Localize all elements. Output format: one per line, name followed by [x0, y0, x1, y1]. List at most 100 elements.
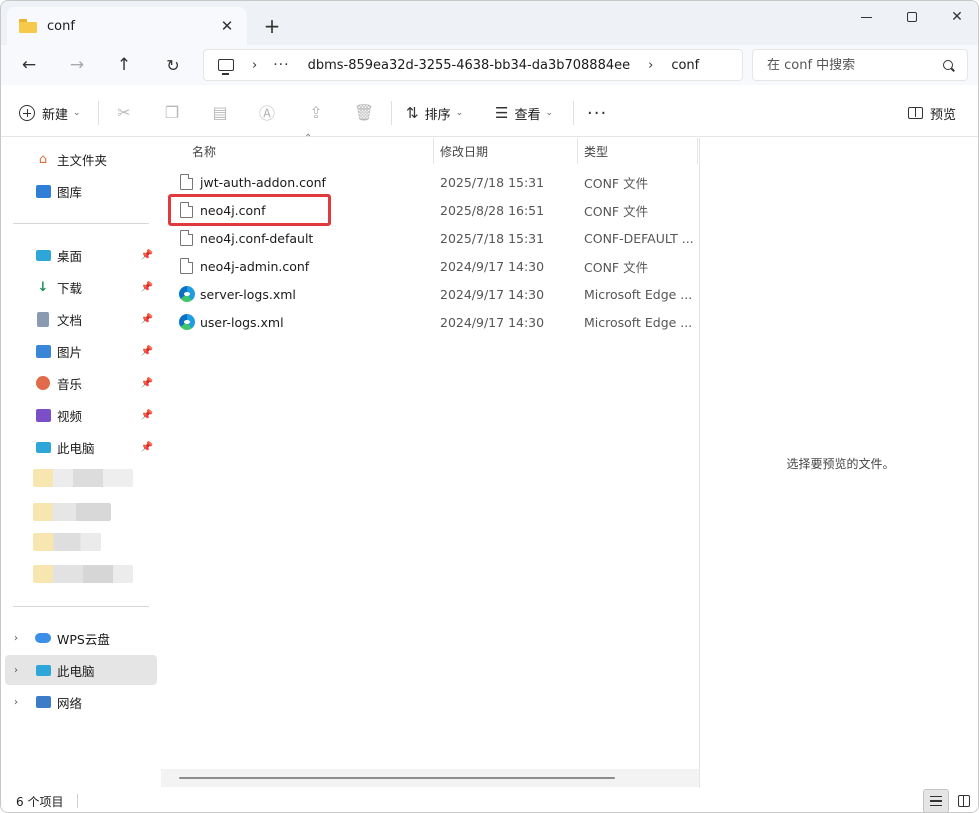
- file-list: ⌃ 名称 修改日期 类型 jwt-auth-addon.conf 2025/7/…: [161, 133, 699, 788]
- search-input[interactable]: [767, 57, 927, 73]
- search-box[interactable]: [752, 49, 968, 81]
- sidebar-item-desktop[interactable]: 桌面 📌: [5, 240, 157, 270]
- tab-strip: conf ✕ + ✕: [1, 1, 978, 45]
- sidebar-item-label: 下载: [57, 280, 83, 296]
- chevron-right-icon[interactable]: ›: [14, 633, 18, 644]
- toolbar-divider: [98, 101, 99, 125]
- file-explorer-window: conf ✕ + ✕ ← → ↑ ↻ › ··· dbms-859ea32d-3…: [0, 0, 979, 813]
- file-type: CONF 文件: [584, 203, 649, 219]
- close-tab-button[interactable]: ✕: [217, 16, 237, 36]
- back-button[interactable]: ←: [14, 51, 44, 79]
- file-date: 2024/9/17 14:30: [440, 258, 545, 274]
- pin-icon[interactable]: 📌: [141, 250, 153, 261]
- redacted-folder-item[interactable]: [33, 565, 133, 583]
- scrollbar-thumb[interactable]: [179, 777, 615, 779]
- address-row: ← → ↑ ↻ › ··· dbms-859ea32d-3255-4638-bb…: [1, 45, 978, 85]
- column-separator[interactable]: [577, 138, 578, 164]
- file-type: Microsoft Edge ...: [584, 286, 693, 302]
- new-button[interactable]: 新建 ⌄: [19, 101, 81, 125]
- documents-icon: [35, 311, 51, 327]
- table-row[interactable]: neo4j.conf 2025/8/28 16:51 CONF 文件: [173, 196, 697, 224]
- column-header-date[interactable]: 修改日期: [440, 138, 488, 164]
- tiles-view-button[interactable]: [951, 789, 977, 812]
- forward-button[interactable]: →: [62, 51, 92, 79]
- edge-icon: [179, 314, 195, 330]
- sidebar-item-wps-cloud[interactable]: › WPS云盘: [5, 623, 157, 653]
- file-date: 2025/8/28 16:51: [440, 202, 545, 218]
- chevron-right-icon[interactable]: ›: [252, 58, 257, 73]
- cut-icon[interactable]: ✂: [115, 103, 133, 122]
- sidebar-item-label: 此电脑: [57, 440, 95, 456]
- chevron-right-icon[interactable]: ›: [14, 697, 18, 708]
- sidebar-item-label: 音乐: [57, 376, 83, 392]
- table-row[interactable]: jwt-auth-addon.conf 2025/7/18 15:31 CONF…: [173, 168, 697, 196]
- music-icon: [35, 375, 51, 391]
- sidebar-item-documents[interactable]: 文档 📌: [5, 304, 157, 334]
- column-header-type[interactable]: 类型: [584, 138, 608, 164]
- column-separator[interactable]: [433, 138, 434, 164]
- file-name: user-logs.xml: [200, 314, 284, 330]
- column-separator[interactable]: [697, 138, 698, 164]
- chevron-down-icon: ⌄: [545, 108, 554, 118]
- breadcrumb-conf[interactable]: conf: [671, 58, 699, 73]
- sidebar-item-music[interactable]: 音乐 📌: [5, 368, 157, 398]
- up-button[interactable]: ↑: [109, 51, 139, 79]
- minimize-button[interactable]: [843, 1, 889, 33]
- close-window-button[interactable]: ✕: [934, 1, 978, 33]
- plus-icon: [19, 105, 35, 121]
- file-icon: [180, 230, 193, 246]
- paste-icon[interactable]: ▤: [211, 103, 229, 122]
- refresh-button[interactable]: ↻: [158, 51, 188, 79]
- tab-conf[interactable]: conf ✕: [7, 7, 247, 45]
- pin-icon[interactable]: 📌: [141, 282, 153, 293]
- new-tab-button[interactable]: +: [259, 13, 285, 39]
- column-header-name[interactable]: 名称: [192, 138, 216, 164]
- pin-icon[interactable]: 📌: [141, 410, 153, 421]
- more-options-button[interactable]: ···: [587, 103, 607, 124]
- tab-title: conf: [47, 18, 75, 34]
- chevron-right-icon[interactable]: ›: [14, 665, 18, 676]
- view-button[interactable]: ☰ 查看 ⌄: [495, 101, 553, 125]
- toolbar-divider: [391, 101, 392, 125]
- pin-icon[interactable]: 📌: [141, 442, 153, 453]
- pin-icon[interactable]: 📌: [141, 378, 153, 389]
- sidebar-item-pictures[interactable]: 图片 📌: [5, 336, 157, 366]
- file-icon: [180, 174, 193, 190]
- breadcrumb-overflow[interactable]: ···: [273, 57, 289, 73]
- table-row[interactable]: neo4j.conf-default 2025/7/18 15:31 CONF-…: [173, 224, 697, 252]
- sidebar-item-this-pc-pinned[interactable]: 此电脑 📌: [5, 432, 157, 462]
- sidebar-item-downloads[interactable]: ↓ 下载 📌: [5, 272, 157, 302]
- status-bar: 6 个项目: [1, 788, 978, 812]
- file-name: neo4j.conf: [200, 202, 266, 218]
- download-icon: ↓: [37, 279, 49, 295]
- sort-button[interactable]: ⇅ 排序 ⌄: [406, 101, 463, 125]
- sidebar-item-videos[interactable]: 视频 📌: [5, 400, 157, 430]
- sidebar-item-home[interactable]: ⌂ 主文件夹: [5, 144, 157, 174]
- table-row[interactable]: neo4j-admin.conf 2024/9/17 14:30 CONF 文件: [173, 252, 697, 280]
- preview-pane: 选择要预览的文件。: [699, 138, 978, 788]
- maximize-button[interactable]: [889, 1, 935, 33]
- sidebar-item-this-pc[interactable]: › 此电脑: [5, 655, 157, 685]
- search-icon[interactable]: [943, 60, 953, 70]
- pin-icon[interactable]: 📌: [141, 314, 153, 325]
- details-view-button[interactable]: [923, 789, 949, 812]
- table-row[interactable]: user-logs.xml 2024/9/17 14:30 Microsoft …: [173, 308, 697, 336]
- address-bar[interactable]: › ··· dbms-859ea32d-3255-4638-bb34-da3b7…: [203, 49, 743, 81]
- sidebar-item-gallery[interactable]: 图库: [5, 176, 157, 206]
- redacted-folder-item[interactable]: [33, 503, 111, 521]
- chevron-right-icon[interactable]: ›: [648, 58, 653, 73]
- file-date: 2025/7/18 15:31: [440, 174, 545, 190]
- copy-icon[interactable]: ❐: [163, 103, 181, 122]
- sidebar-item-network[interactable]: › 网络: [5, 687, 157, 717]
- preview-button[interactable]: 预览: [908, 101, 956, 125]
- breadcrumb-dbms[interactable]: dbms-859ea32d-3255-4638-bb34-da3b708884e…: [308, 58, 631, 73]
- file-icon: [180, 258, 193, 274]
- item-count: 6 个项目: [16, 795, 64, 809]
- delete-icon[interactable]: 🗑: [354, 103, 374, 122]
- pin-icon[interactable]: 📌: [141, 346, 153, 357]
- table-row[interactable]: server-logs.xml 2024/9/17 14:30 Microsof…: [173, 280, 697, 308]
- rename-icon[interactable]: Ⓐ: [258, 103, 276, 123]
- share-icon[interactable]: ⇪: [307, 103, 325, 122]
- redacted-folder-item[interactable]: [33, 469, 133, 487]
- redacted-folder-item[interactable]: [33, 533, 101, 551]
